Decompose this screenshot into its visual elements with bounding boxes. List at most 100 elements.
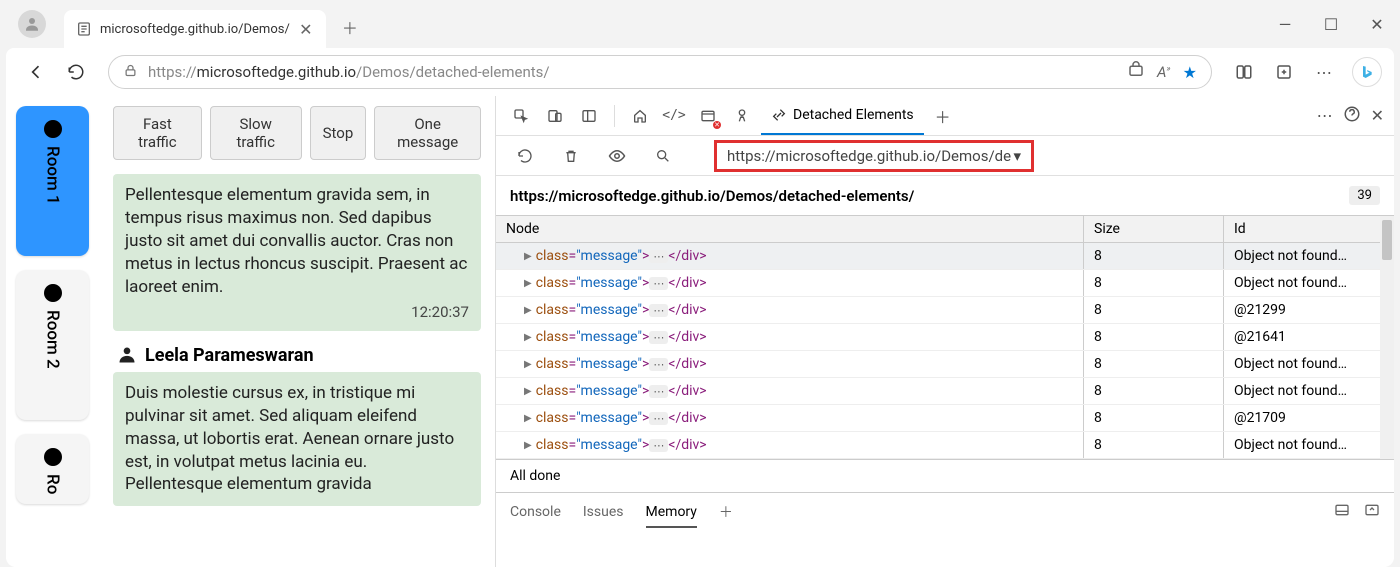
new-tab-button[interactable]: ＋ [334,11,366,43]
shopping-icon[interactable] [1127,61,1145,83]
result-url: https://microsoftedge.github.io/Demos/de… [510,187,914,205]
table-row[interactable]: ▶ class="message">⋯</div>8Object not fou… [496,378,1394,405]
console-tab-icon[interactable]: ✕ [693,101,723,131]
message-author: Leela Parameswaran [117,345,481,366]
user-icon [117,345,137,365]
room-label: Room 2 [43,310,63,369]
detached-icon [771,107,787,123]
help-icon[interactable] [1343,105,1361,127]
expand-arrow-icon[interactable]: ▶ [524,359,532,370]
result-header: https://microsoftedge.github.io/Demos/de… [496,176,1394,215]
room-status-dot [44,120,62,138]
minimize-button[interactable]: — [1262,8,1308,40]
read-aloud-icon[interactable]: A» [1157,63,1171,81]
room-status-dot [44,448,62,466]
message-text: Pellentesque elementum gravida sem, in t… [125,184,469,299]
stop-button[interactable]: Stop [310,106,367,160]
delete-icon[interactable] [556,141,586,171]
refresh-button[interactable] [58,54,94,90]
col-size[interactable]: Size [1084,216,1224,242]
expand-drawer-icon[interactable] [1364,502,1380,522]
split-screen-icon[interactable] [1226,54,1262,90]
table-row[interactable]: ▶ class="message">⋯</div>8@21709 [496,405,1394,432]
drawer-console-tab[interactable]: Console [510,504,561,520]
close-tab-icon[interactable]: ✕ [298,21,314,37]
expand-arrow-icon[interactable]: ▶ [524,305,532,316]
search-icon[interactable] [648,141,678,171]
drawer-issues-tab[interactable]: Issues [583,504,624,520]
page-icon [76,21,92,37]
back-button[interactable] [18,54,54,90]
col-node[interactable]: Node [496,216,1084,242]
room-label: Room 1 [43,146,63,205]
scrollbar[interactable] [1380,216,1394,459]
inspect-icon[interactable] [506,101,536,131]
results-table: Node Size Id ▶ class="message">⋯</div>8O… [496,215,1394,459]
close-devtools-icon[interactable]: ✕ [1371,106,1384,125]
filter-dropdown[interactable]: https://microsoftedge.github.io/Demos/de… [714,140,1034,172]
author-name: Leela Parameswaran [145,345,314,366]
browser-tab[interactable]: microsoftedge.github.io/Demos/ ✕ [64,10,326,48]
room-label: Ro [43,474,63,494]
demo-app: Room 1 Room 2 Ro Fast traffic Slow traff… [6,96,496,567]
chat-controls: Fast traffic Slow traffic Stop One messa… [113,106,481,160]
dock-icon[interactable] [574,101,604,131]
expand-arrow-icon[interactable]: ▶ [524,251,532,262]
dropdown-arrow-icon: ▾ [1013,147,1021,165]
expand-arrow-icon[interactable]: ▶ [524,440,532,451]
room-3[interactable]: Ro [16,434,89,504]
close-window-button[interactable]: ✕ [1354,8,1400,40]
url-text: https://microsoftedge.github.io/Demos/de… [148,63,550,81]
bing-button[interactable] [1352,57,1382,87]
refresh-list-icon[interactable] [510,141,540,171]
table-row[interactable]: ▶ class="message">⋯</div>8@21299 [496,297,1394,324]
lock-icon [123,63,138,82]
room-status-dot [44,284,62,302]
drawer-tabs: Console Issues Memory ＋ [496,492,1394,530]
devtools-more-icon[interactable]: ⋯ [1317,106,1333,125]
favorite-star-icon[interactable]: ★ [1183,63,1197,82]
browser-titlebar: microsoftedge.github.io/Demos/ ✕ ＋ — ☐ ✕ [0,0,1400,48]
expand-arrow-icon[interactable]: ▶ [524,413,532,424]
maximize-button[interactable]: ☐ [1308,8,1354,40]
dock-drawer-icon[interactable] [1334,502,1350,522]
profile-avatar[interactable] [18,10,46,38]
expand-arrow-icon[interactable]: ▶ [524,386,532,397]
fast-traffic-button[interactable]: Fast traffic [113,106,202,160]
expand-arrow-icon[interactable]: ▶ [524,278,532,289]
one-message-button[interactable]: One message [374,106,481,160]
more-tabs-button[interactable]: ＋ [928,101,958,131]
slow-traffic-button[interactable]: Slow traffic [210,106,302,160]
tab-label: Detached Elements [793,107,914,123]
message-time: 12:20:37 [125,303,469,321]
table-row[interactable]: ▶ class="message">⋯</div>8Object not fou… [496,432,1394,459]
window-controls: — ☐ ✕ [1262,8,1400,40]
device-toggle-icon[interactable] [540,101,570,131]
collections-icon[interactable] [1266,54,1302,90]
drawer-memory-tab[interactable]: Memory [646,504,697,528]
more-icon[interactable]: ⋯ [1306,54,1342,90]
sources-tab-icon[interactable] [727,101,757,131]
browser-toolbar: https://microsoftedge.github.io/Demos/de… [6,48,1394,96]
filter-text: https://microsoftedge.github.io/Demos/de [727,147,1011,165]
welcome-tab-icon[interactable] [625,101,655,131]
elements-tab-icon[interactable]: </> [659,101,689,131]
room-list: Room 1 Room 2 Ro [6,96,99,567]
eye-icon[interactable] [602,141,632,171]
table-row[interactable]: ▶ class="message">⋯</div>8Object not fou… [496,270,1394,297]
add-drawer-tab-icon[interactable]: ＋ [719,502,733,522]
result-count: 39 [1349,186,1380,205]
detached-toolbar: https://microsoftedge.github.io/Demos/de… [496,136,1394,176]
expand-arrow-icon[interactable]: ▶ [524,332,532,343]
chat-message: Duis molestie cursus ex, in tristique mi… [113,372,481,507]
table-row[interactable]: ▶ class="message">⋯</div>8Object not fou… [496,243,1394,270]
col-id[interactable]: Id [1224,216,1394,242]
room-2[interactable]: Room 2 [16,270,89,420]
detached-elements-tab[interactable]: Detached Elements [761,96,924,135]
status-text: All done [496,459,1394,492]
table-row[interactable]: ▶ class="message">⋯</div>8Object not fou… [496,351,1394,378]
room-1[interactable]: Room 1 [16,106,89,256]
address-bar[interactable]: https://microsoftedge.github.io/Demos/de… [108,55,1212,89]
message-text: Duis molestie cursus ex, in tristique mi… [125,382,469,497]
table-row[interactable]: ▶ class="message">⋯</div>8@21641 [496,324,1394,351]
